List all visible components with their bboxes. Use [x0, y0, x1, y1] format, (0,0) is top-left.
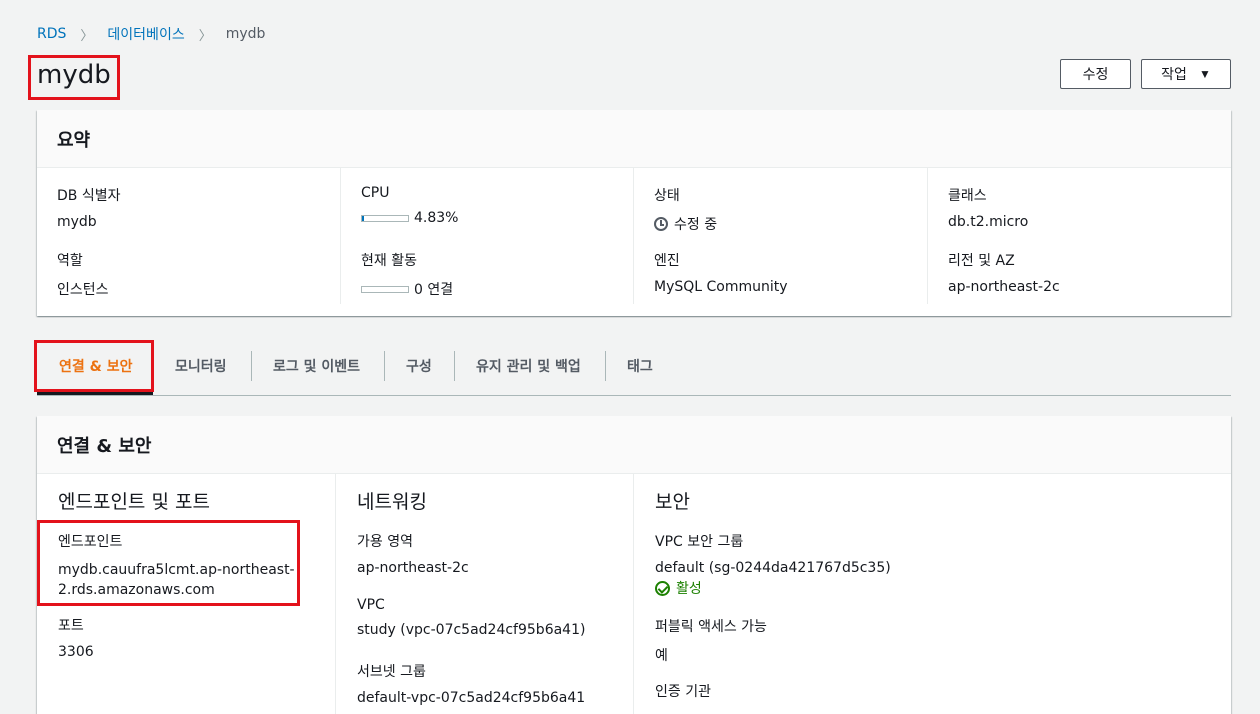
tab-monitoring[interactable]: 모니터링: [175, 340, 227, 392]
cpu-metric: 4.83%: [361, 210, 458, 226]
summary-col-status: 상태 수정 중 엔진 MySQL Community: [633, 168, 927, 304]
class-value: db.t2.micro: [948, 214, 1029, 230]
public-access-value: 예: [655, 648, 668, 664]
active-tab-underline: [37, 392, 153, 395]
subnet-group-value: default-vpc-07c5ad24cf95b6a41: [357, 690, 586, 706]
region-az-value: ap-northeast-2c: [948, 279, 1060, 295]
security-group-status-text: 활성: [676, 581, 702, 597]
tab-divider: [605, 351, 606, 381]
caret-down-icon: ▼: [1198, 67, 1211, 81]
summary-col-identifier: DB 식별자 mydb 역할 인스턴스: [37, 168, 340, 304]
cpu-progress-bar: [361, 214, 409, 222]
port-label: 포트: [58, 618, 84, 634]
region-az-label: 리전 및 AZ: [948, 253, 1015, 269]
activity-progress-bar: [361, 285, 409, 293]
tab-divider: [454, 351, 455, 381]
summary-grid: DB 식별자 mydb 역할 인스턴스 CPU 4.83% 현재 활동 0 연결…: [37, 168, 1231, 316]
security-column: 보안 VPC 보안 그룹 default (sg-0244da421767d5c…: [633, 474, 1231, 714]
engine-value: MySQL Community: [654, 279, 788, 295]
status-label: 상태: [654, 188, 680, 204]
vpc-link[interactable]: study (vpc-07c5ad24cf95b6a41): [357, 622, 585, 638]
summary-col-cpu: CPU 4.83% 현재 활동 0 연결: [340, 168, 633, 304]
db-identifier-label: DB 식별자: [57, 188, 121, 204]
current-activity-value: 0 연결: [414, 282, 454, 298]
db-identifier-value: mydb: [57, 214, 97, 230]
actions-label: 작업: [1161, 66, 1187, 82]
networking-heading: 네트워킹: [357, 491, 427, 513]
summary-title: 요약: [37, 110, 1231, 168]
clock-icon: [654, 217, 668, 231]
title-highlight-box: [28, 55, 120, 100]
tab-tags[interactable]: 태그: [627, 340, 653, 392]
tab-logs-events[interactable]: 로그 및 이벤트: [273, 340, 360, 392]
connectivity-title: 연결 & 보안: [37, 416, 1231, 474]
availability-zone-label: 가용 영역: [357, 534, 413, 550]
endpoint-port-heading: 엔드포인트 및 포트: [58, 491, 210, 513]
vpc-security-group-label: VPC 보안 그룹: [655, 534, 744, 550]
status-indicator: 수정 중: [654, 214, 717, 234]
vpc-label: VPC: [357, 597, 385, 613]
chevron-right-icon: 〉: [80, 28, 94, 44]
security-heading: 보안: [655, 491, 690, 513]
status-value: 수정 중: [674, 217, 718, 233]
tab-divider: [384, 351, 385, 381]
tab-maintenance-backup[interactable]: 유지 관리 및 백업: [476, 340, 581, 392]
tab-highlight-box: [34, 340, 154, 392]
engine-label: 엔진: [654, 253, 680, 269]
summary-col-class: 클래스 db.t2.micro 리전 및 AZ ap-northeast-2c: [927, 168, 1231, 304]
availability-zone-value: ap-northeast-2c: [357, 560, 469, 576]
role-value: 인스턴스: [57, 282, 109, 298]
breadcrumb: RDS 〉 데이터베이스 〉 mydb: [37, 24, 265, 44]
class-label: 클래스: [948, 188, 987, 204]
summary-panel: 요약 DB 식별자 mydb 역할 인스턴스 CPU 4.83% 현재 활동 0…: [37, 110, 1231, 316]
tab-divider: [251, 351, 252, 381]
actions-dropdown-button[interactable]: 작업 ▼: [1141, 59, 1231, 89]
security-group-link[interactable]: default (sg-0244da421767d5c35): [655, 560, 891, 576]
breadcrumb-databases-link[interactable]: 데이터베이스: [107, 24, 184, 44]
subnet-group-label: 서브넷 그룹: [357, 664, 426, 680]
modify-button[interactable]: 수정: [1060, 59, 1131, 89]
endpoint-highlight-box: [37, 520, 300, 606]
cpu-label: CPU: [361, 185, 390, 201]
current-activity-label: 현재 활동: [361, 253, 417, 269]
chevron-right-icon: 〉: [198, 28, 212, 44]
detail-tabs: 연결 & 보안 모니터링 로그 및 이벤트 구성 유지 관리 및 백업 태그: [37, 340, 1231, 396]
security-group-status: 활성: [655, 578, 891, 598]
tab-configuration[interactable]: 구성: [406, 340, 432, 392]
cpu-value: 4.83%: [414, 210, 459, 226]
breadcrumb-current: mydb: [225, 26, 266, 42]
breadcrumb-rds-link[interactable]: RDS: [37, 26, 66, 42]
networking-column: 네트워킹 가용 영역 ap-northeast-2c VPC study (vp…: [335, 474, 633, 714]
public-access-label: 퍼블릭 액세스 가능: [655, 619, 767, 635]
current-activity-metric: 0 연결: [361, 279, 453, 299]
certificate-authority-label: 인증 기관: [655, 684, 711, 700]
port-value: 3306: [58, 644, 94, 660]
check-circle-icon: [655, 580, 670, 596]
role-label: 역할: [57, 253, 83, 269]
